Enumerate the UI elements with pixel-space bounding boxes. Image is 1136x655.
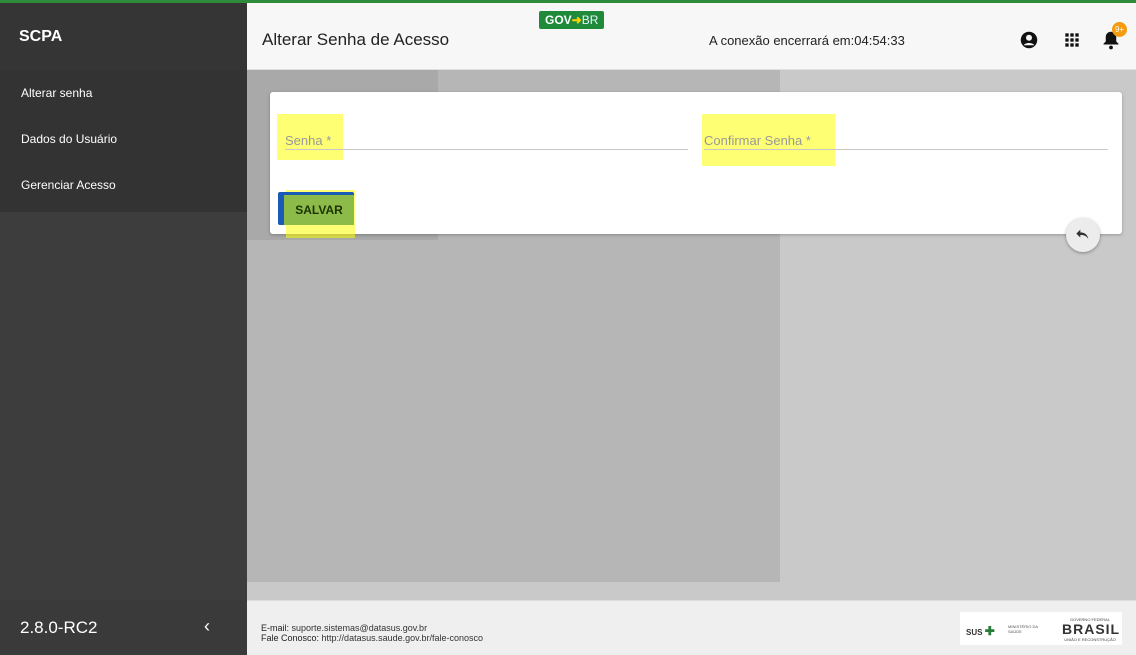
app-title: SCPA <box>0 3 247 70</box>
confirm-password-label: Confirmar Senha * <box>704 133 811 148</box>
notification-badge: 9+ <box>1112 22 1127 37</box>
support-email-link[interactable]: suporte.sistemas@datasus.gov.br <box>292 623 428 633</box>
undo-button[interactable] <box>1066 218 1100 252</box>
ministerio-saude-logo: MINISTÉRIO DA SAÚDE <box>1008 624 1038 634</box>
footer-logos: SUS ✚ MINISTÉRIO DA SAÚDE GOVERNO FEDERA… <box>960 612 1122 645</box>
gov-br-logo: GOV➜BR <box>539 11 605 29</box>
confirm-password-field[interactable]: Confirmar Senha * <box>704 132 1108 150</box>
password-form-card: Senha * Confirmar Senha * SALVAR <box>270 92 1122 238</box>
sidebar-menu: Alterar senha Dados do Usuário Gerenciar… <box>0 70 247 212</box>
governo-federal-logo: GOVERNO FEDERAL BRASIL UNIÃO E RECONSTRU… <box>1062 617 1121 642</box>
save-button-label: SALVAR <box>284 195 354 225</box>
session-label: A conexão encerrará em: <box>709 33 855 48</box>
password-underline <box>285 149 688 150</box>
sidebar-footer: 2.8.0-RC2 ‹ <box>0 600 247 655</box>
contact-link[interactable]: http://datasus.saude.gov.br/fale-conosco <box>322 633 483 643</box>
bell-icon[interactable]: 9+ <box>1101 22 1127 50</box>
sidebar-item-gerenciar-acesso[interactable]: Gerenciar Acesso <box>0 162 247 208</box>
sus-logo: SUS ✚ <box>966 624 995 638</box>
page-title: Alterar Senha de Acesso <box>262 30 450 49</box>
footer: E-mail: suporte.sistemas@datasus.gov.br … <box>247 600 1136 655</box>
session-timer: A conexão encerrará em:04:54:33 <box>709 33 905 48</box>
app-version: 2.8.0-RC2 <box>20 618 98 637</box>
session-time: 04:54:33 <box>854 33 905 48</box>
sidebar-item-dados-usuario[interactable]: Dados do Usuário <box>0 116 247 162</box>
footer-contact: E-mail: suporte.sistemas@datasus.gov.br … <box>261 623 483 643</box>
undo-icon <box>1076 229 1089 239</box>
password-label: Senha * <box>285 133 332 148</box>
save-button[interactable]: SALVAR <box>278 192 354 225</box>
confirm-password-underline <box>704 149 1108 150</box>
sidebar: Alterar senha Dados do Usuário Gerenciar… <box>0 70 247 600</box>
app-name: SCPA <box>19 27 63 45</box>
apps-grid-icon[interactable] <box>1062 30 1082 50</box>
account-icon[interactable] <box>1019 30 1039 50</box>
chevron-left-icon[interactable]: ‹ <box>204 616 210 637</box>
password-field[interactable]: Senha * <box>285 132 688 150</box>
top-header: Alterar Senha de Acesso GOV➜BR A conexão… <box>247 3 1136 70</box>
sidebar-item-alterar-senha[interactable]: Alterar senha <box>0 70 247 116</box>
